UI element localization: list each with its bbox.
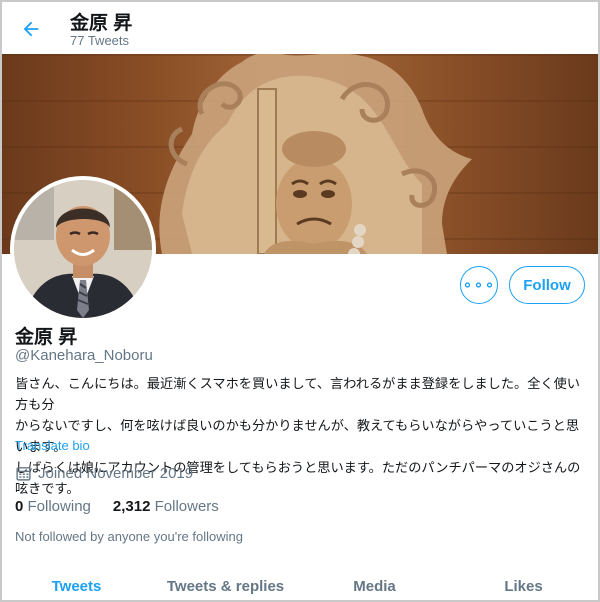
profile-handle: @Kanehara_Noboru	[15, 347, 153, 364]
followers-count: 2,312	[112, 498, 151, 515]
follow-button[interactable]: Follow	[509, 266, 585, 304]
tab-tweets-replies[interactable]: Tweets & replies	[151, 568, 300, 600]
avatar[interactable]	[10, 176, 156, 322]
profile-name: 金原 昇	[15, 327, 78, 348]
not-followed-note: Not followed by anyone you're following	[15, 529, 243, 544]
person-portrait-illustration	[14, 180, 152, 318]
tab-tweets[interactable]: Tweets	[2, 568, 151, 600]
following-link[interactable]: 0 Following	[15, 498, 91, 515]
followers-link[interactable]: 2,312 Followers	[113, 498, 219, 515]
back-arrow-icon	[23, 21, 39, 37]
back-button[interactable]	[16, 14, 46, 44]
calendar-icon	[16, 467, 31, 481]
joined-date: Joined November 2019	[15, 465, 193, 482]
joined-text: Joined November 2019	[38, 465, 194, 482]
profile-tabs: Tweets Tweets & replies Media Likes	[2, 568, 598, 600]
more-dots-icon: ∘∘∘	[462, 277, 496, 294]
tweet-count: 77 Tweets	[70, 33, 130, 48]
profile-header: 金原 昇 77 Tweets	[2, 2, 598, 54]
tab-media[interactable]: Media	[300, 568, 449, 600]
header-name: 金原 昇	[70, 13, 133, 34]
profile-page: 金原 昇 77 Tweets ∘∘∘ Follow 金原 昇 @Kanehara…	[0, 0, 600, 602]
avatar-photo	[14, 180, 152, 318]
followers-label: Followers	[154, 498, 219, 515]
tab-likes[interactable]: Likes	[449, 568, 598, 600]
follow-stats: 0 Following 2,312 Followers	[15, 498, 219, 515]
following-count: 0	[15, 498, 24, 515]
more-options-button[interactable]: ∘∘∘	[460, 266, 498, 304]
following-label: Following	[27, 498, 91, 515]
translate-bio-link[interactable]: Translate bio	[15, 438, 90, 453]
